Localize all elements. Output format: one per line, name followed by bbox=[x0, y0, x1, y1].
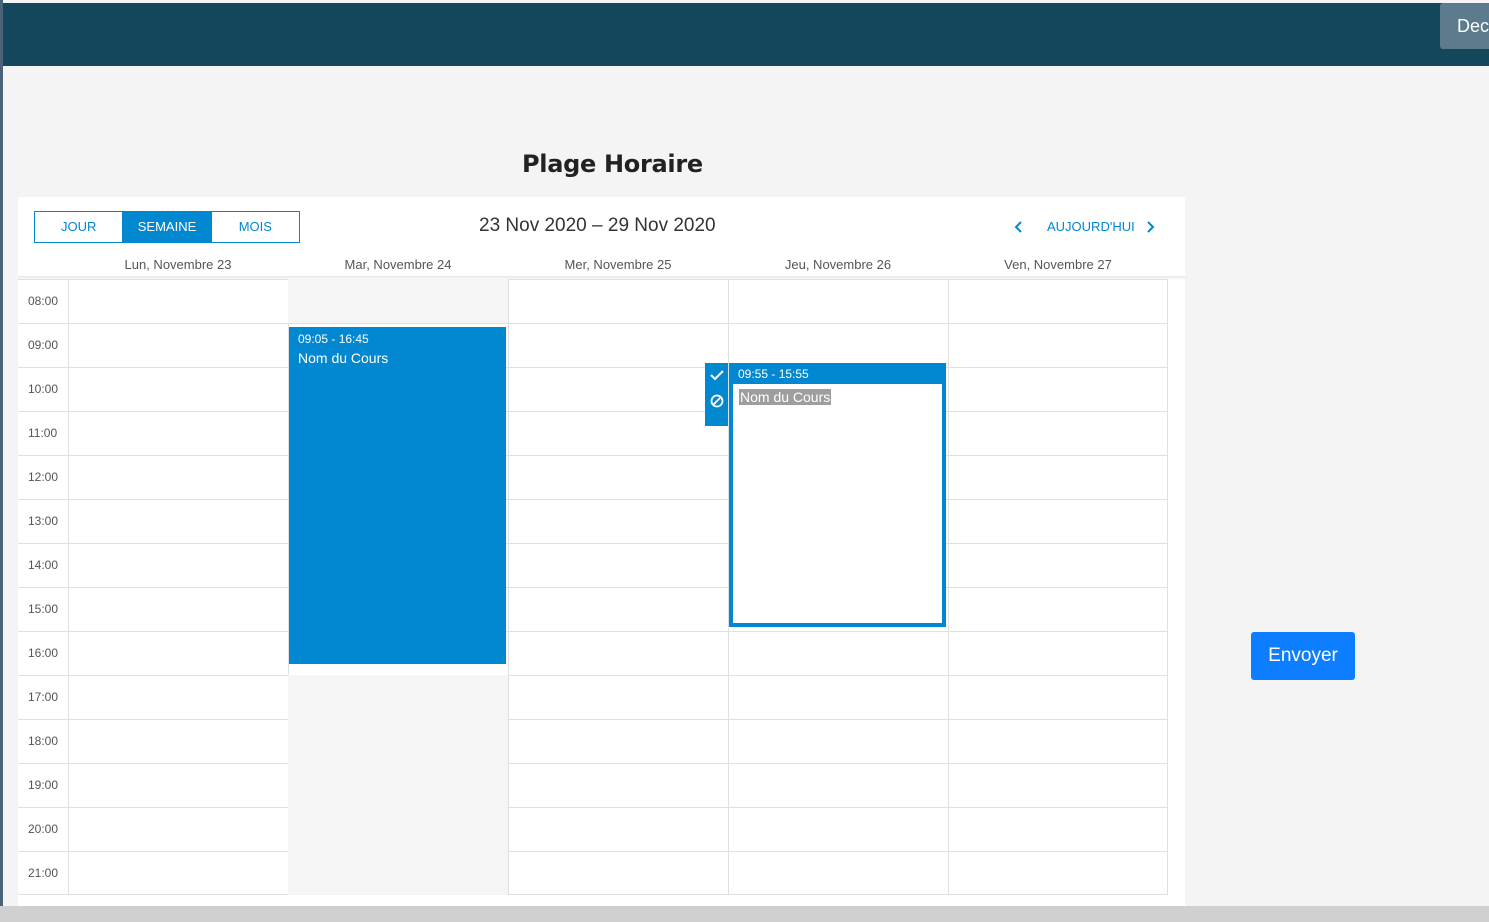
event-action-bar bbox=[705, 363, 728, 426]
hour-gridline bbox=[18, 367, 1168, 368]
hour-gridline bbox=[18, 675, 1168, 676]
time-label: 15:00 bbox=[28, 602, 59, 616]
hour-gridline bbox=[18, 279, 1168, 280]
event-edit-area[interactable]: Nom du Cours bbox=[733, 384, 942, 623]
event-name: Nom du Cours bbox=[298, 350, 389, 366]
time-label: 11:00 bbox=[28, 426, 58, 440]
event-tuesday[interactable]: 09:05 - 16:45 Nom du Cours bbox=[289, 327, 506, 664]
block-icon[interactable] bbox=[705, 391, 728, 417]
hour-gridline bbox=[18, 543, 1168, 544]
hour-gridline bbox=[18, 763, 1168, 764]
hour-gridline bbox=[18, 851, 1168, 852]
horizontal-scrollbar[interactable] bbox=[0, 906, 1489, 922]
tab-month[interactable]: MOIS bbox=[210, 212, 299, 242]
day-column-divider bbox=[508, 279, 509, 895]
window-left-edge bbox=[0, 0, 3, 906]
time-label: 13:00 bbox=[28, 514, 59, 528]
hour-gridline bbox=[18, 323, 1168, 324]
event-name-input[interactable]: Nom du Cours bbox=[739, 389, 832, 405]
hour-gridline bbox=[18, 719, 1168, 720]
time-label: 20:00 bbox=[28, 822, 59, 836]
submit-button[interactable]: Envoyer bbox=[1251, 632, 1355, 680]
unavailable-slot bbox=[288, 279, 508, 323]
today-button[interactable]: AUJOURD'HUI bbox=[1047, 219, 1135, 234]
day-header-fri: Ven, Novembre 27 bbox=[1004, 257, 1112, 272]
view-switcher: JOUR SEMAINE MOIS bbox=[34, 211, 300, 243]
hour-gridline bbox=[18, 631, 1168, 632]
day-column-divider bbox=[68, 279, 69, 895]
chevron-left-icon[interactable] bbox=[1013, 215, 1025, 245]
hour-gridline bbox=[18, 807, 1168, 808]
scheduler: JOUR SEMAINE MOIS 23 Nov 2020 – 29 Nov 2… bbox=[18, 197, 1185, 906]
event-time: 09:05 - 16:45 bbox=[298, 332, 369, 346]
time-label: 16:00 bbox=[28, 646, 59, 660]
day-header-thu: Jeu, Novembre 26 bbox=[784, 257, 892, 272]
chevron-right-icon[interactable] bbox=[1144, 215, 1156, 245]
time-grid[interactable]: 09:05 - 16:45 Nom du Cours 09:55 - 15:55… bbox=[18, 279, 1168, 895]
time-label: 18:00 bbox=[28, 734, 59, 748]
day-header-wed: Mer, Novembre 25 bbox=[564, 257, 672, 272]
day-column-divider bbox=[1167, 279, 1168, 895]
time-label: 21:00 bbox=[28, 866, 59, 880]
hour-gridline bbox=[18, 411, 1168, 412]
event-thursday-editing[interactable]: 09:55 - 15:55 Nom du Cours bbox=[729, 363, 946, 627]
time-label: 12:00 bbox=[28, 470, 59, 484]
unavailable-slot bbox=[288, 675, 508, 895]
tab-week[interactable]: SEMAINE bbox=[122, 212, 211, 242]
hour-gridline bbox=[18, 894, 1168, 895]
time-label: 09:00 bbox=[28, 338, 59, 352]
check-icon[interactable] bbox=[705, 365, 728, 391]
top-navbar: Dec bbox=[3, 3, 1489, 66]
page-title: Plage Horaire bbox=[522, 150, 703, 178]
time-label: 08:00 bbox=[28, 294, 59, 308]
hour-gridline bbox=[18, 499, 1168, 500]
day-header-tue: Mar, Novembre 24 bbox=[344, 257, 452, 272]
tab-day[interactable]: JOUR bbox=[35, 212, 122, 242]
hour-gridline bbox=[18, 587, 1168, 588]
time-label: 19:00 bbox=[28, 778, 59, 792]
time-label: 17:00 bbox=[28, 690, 59, 704]
topbar-button[interactable]: Dec bbox=[1440, 3, 1489, 49]
hour-gridline bbox=[18, 455, 1168, 456]
time-label: 10:00 bbox=[28, 382, 59, 396]
time-label: 14:00 bbox=[28, 558, 59, 572]
day-header-mon: Lun, Novembre 23 bbox=[124, 257, 232, 272]
event-time: 09:55 - 15:55 bbox=[738, 367, 809, 381]
date-range: 23 Nov 2020 – 29 Nov 2020 bbox=[479, 215, 716, 236]
day-column-divider bbox=[948, 279, 949, 895]
